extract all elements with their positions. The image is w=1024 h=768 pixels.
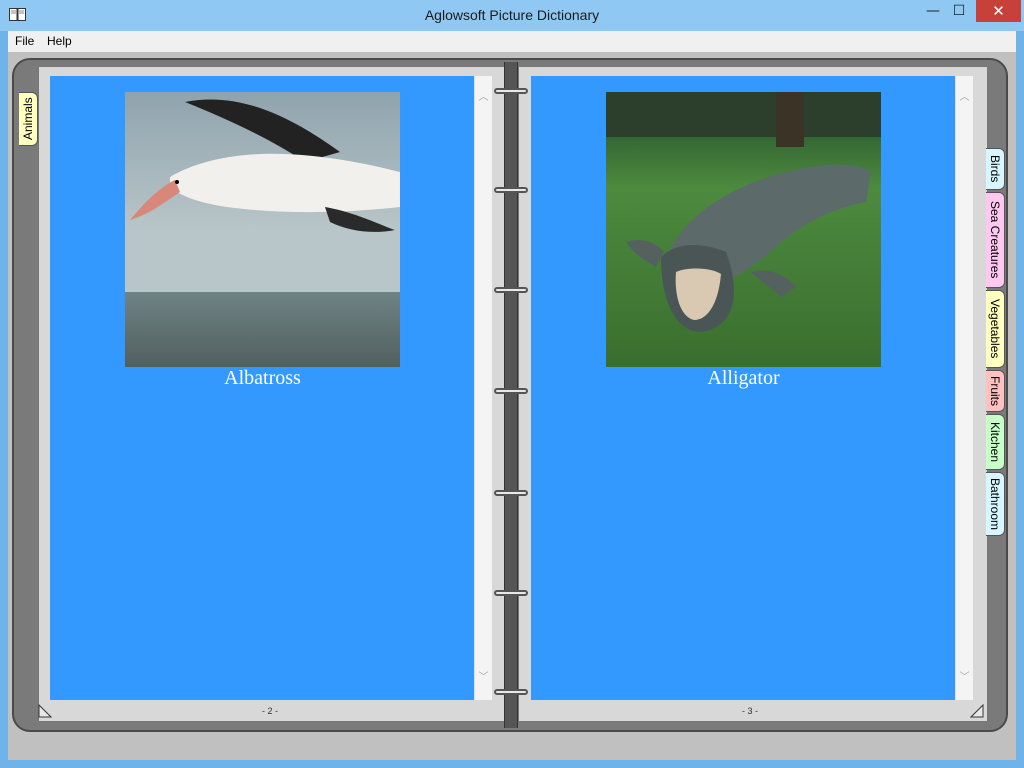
- left-page-number: - 2 -: [261, 706, 278, 716]
- tab-birds[interactable]: Birds: [986, 148, 1005, 190]
- binder-ring-icon: [494, 689, 528, 695]
- maximize-button[interactable]: ☐: [946, 0, 972, 22]
- tab-bathroom[interactable]: Bathroom: [986, 472, 1005, 536]
- title-bar: Aglowsoft Picture Dictionary — ☐ ✕: [0, 0, 1024, 31]
- binder-ring-icon: [494, 388, 528, 394]
- binder-ring-icon: [494, 88, 528, 94]
- previous-page-corner-icon[interactable]: [38, 704, 52, 718]
- tab-kitchen[interactable]: Kitchen: [986, 414, 1005, 470]
- scroll-up-icon[interactable]: ︿: [956, 92, 973, 104]
- albatross-picture: [125, 92, 400, 367]
- minimize-button[interactable]: —: [920, 0, 946, 22]
- close-button[interactable]: ✕: [976, 0, 1021, 22]
- tab-fruits[interactable]: Fruits: [986, 370, 1005, 412]
- menu-help[interactable]: Help: [47, 34, 72, 48]
- menu-bar: File Help: [8, 31, 1016, 53]
- tab-vegetables[interactable]: Vegetables: [986, 290, 1005, 368]
- binder-ring-icon: [494, 287, 528, 293]
- binder-ring-icon: [494, 187, 528, 193]
- binder-ring-icon: [494, 490, 528, 496]
- next-page-corner-icon[interactable]: [970, 704, 984, 718]
- book-spine: [504, 62, 518, 728]
- right-page-scrollbar[interactable]: ︿ ﹀: [955, 76, 973, 700]
- right-page-number: - 3 -: [741, 706, 758, 716]
- menu-file[interactable]: File: [15, 34, 34, 48]
- left-caption: Albatross: [224, 367, 301, 389]
- window-title: Aglowsoft Picture Dictionary: [424, 7, 600, 23]
- scroll-up-icon[interactable]: ︿: [475, 92, 492, 104]
- left-page-scrollbar[interactable]: ︿ ﹀: [474, 76, 492, 700]
- tab-animals[interactable]: Animals: [19, 92, 38, 146]
- alligator-picture: [606, 92, 881, 367]
- scroll-down-icon[interactable]: ﹀: [475, 672, 492, 684]
- right-caption: Alligator: [707, 367, 780, 389]
- scroll-down-icon[interactable]: ﹀: [956, 672, 973, 684]
- tab-sea-creatures[interactable]: Sea Creatures: [986, 192, 1005, 288]
- binder-ring-icon: [494, 590, 528, 596]
